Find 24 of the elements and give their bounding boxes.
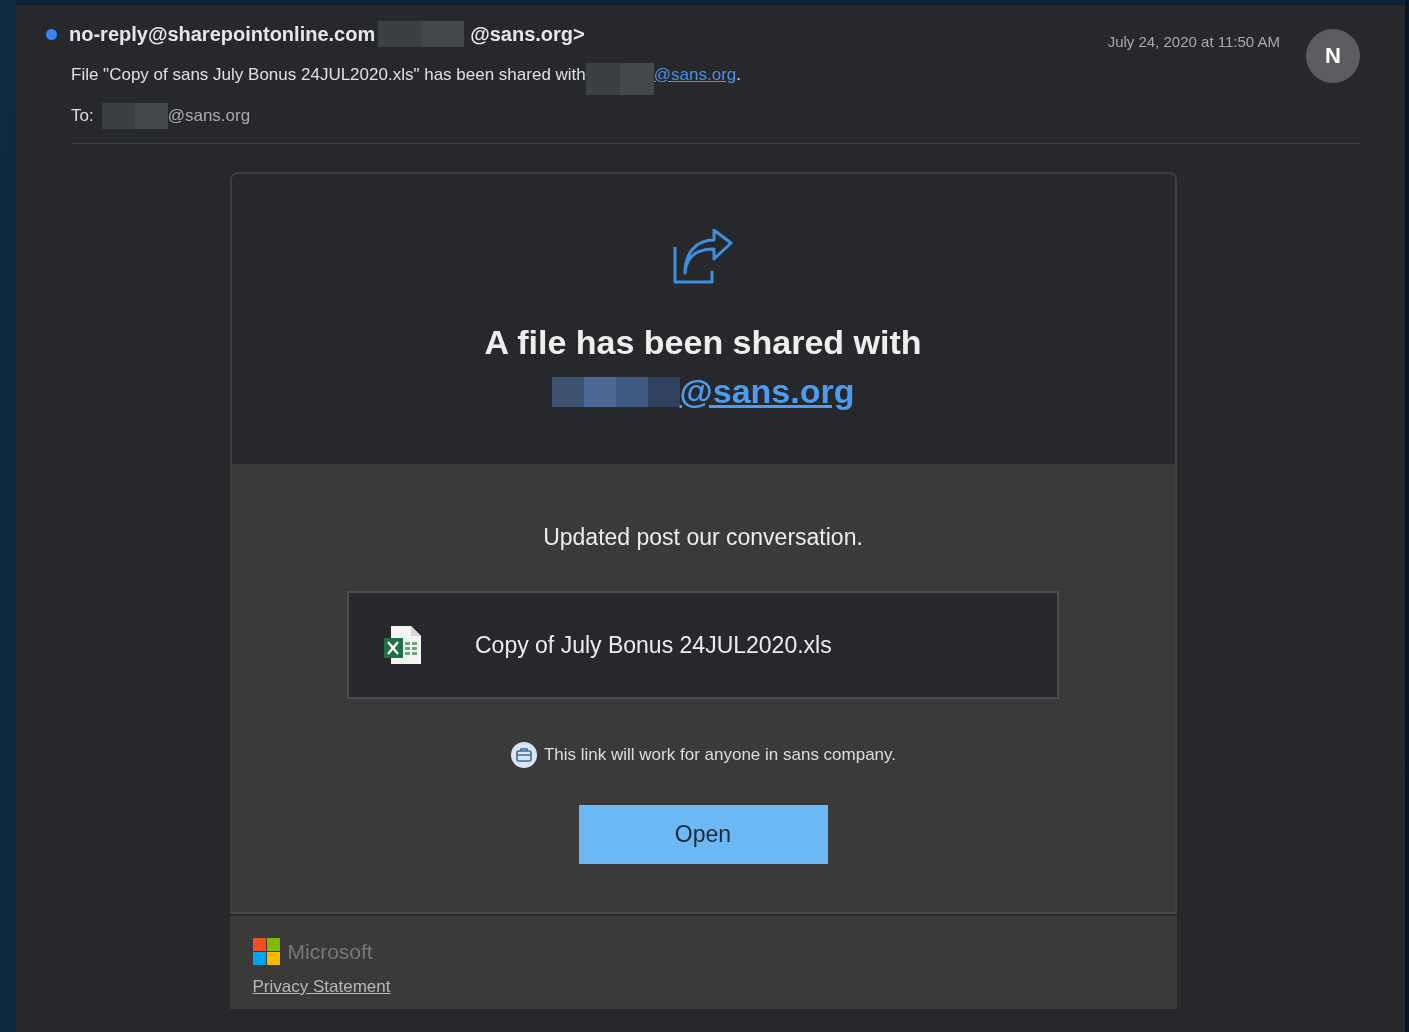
share-message: Updated post our conversation.	[543, 524, 863, 551]
file-tile[interactable]: Copy of July Bonus 24JUL2020.xls	[347, 591, 1059, 699]
link-notice: This link will work for anyone in sans company.	[543, 745, 897, 765]
email-link[interactable]: @sans.org	[679, 372, 855, 411]
email-subject: File "Copy of sans July Bonus 24JUL2020.xls" has been shared with	[71, 65, 586, 85]
email-date: July 24, 2020 at 11:50 AM	[1107, 33, 1280, 50]
recipient-domain: @sans.org	[167, 106, 251, 126]
card-heading: A file has been shared with	[484, 323, 922, 362]
sender-domain: @sans.org>	[470, 22, 585, 46]
briefcase-icon	[509, 741, 538, 769]
open-button[interactable]: Open	[578, 805, 828, 864]
privacy-link[interactable]: Privacy Statement	[252, 977, 391, 997]
sender-avatar: N	[1306, 29, 1360, 83]
sender-address: no-reply@sharepointonline.com	[69, 22, 376, 46]
redacted-block	[585, 63, 654, 95]
share-icon	[672, 229, 734, 285]
email-link[interactable]: @sans.org	[653, 65, 737, 85]
microsoft-logo-icon	[252, 938, 280, 965]
to-label: To:	[71, 106, 94, 126]
subject-period: .	[736, 65, 741, 85]
spreadsheet-icon	[383, 624, 423, 666]
brand-name: Microsoft	[287, 939, 373, 964]
file-name: Copy of July Bonus 24JUL2020.xls	[475, 631, 832, 659]
redacted-block	[101, 103, 168, 129]
